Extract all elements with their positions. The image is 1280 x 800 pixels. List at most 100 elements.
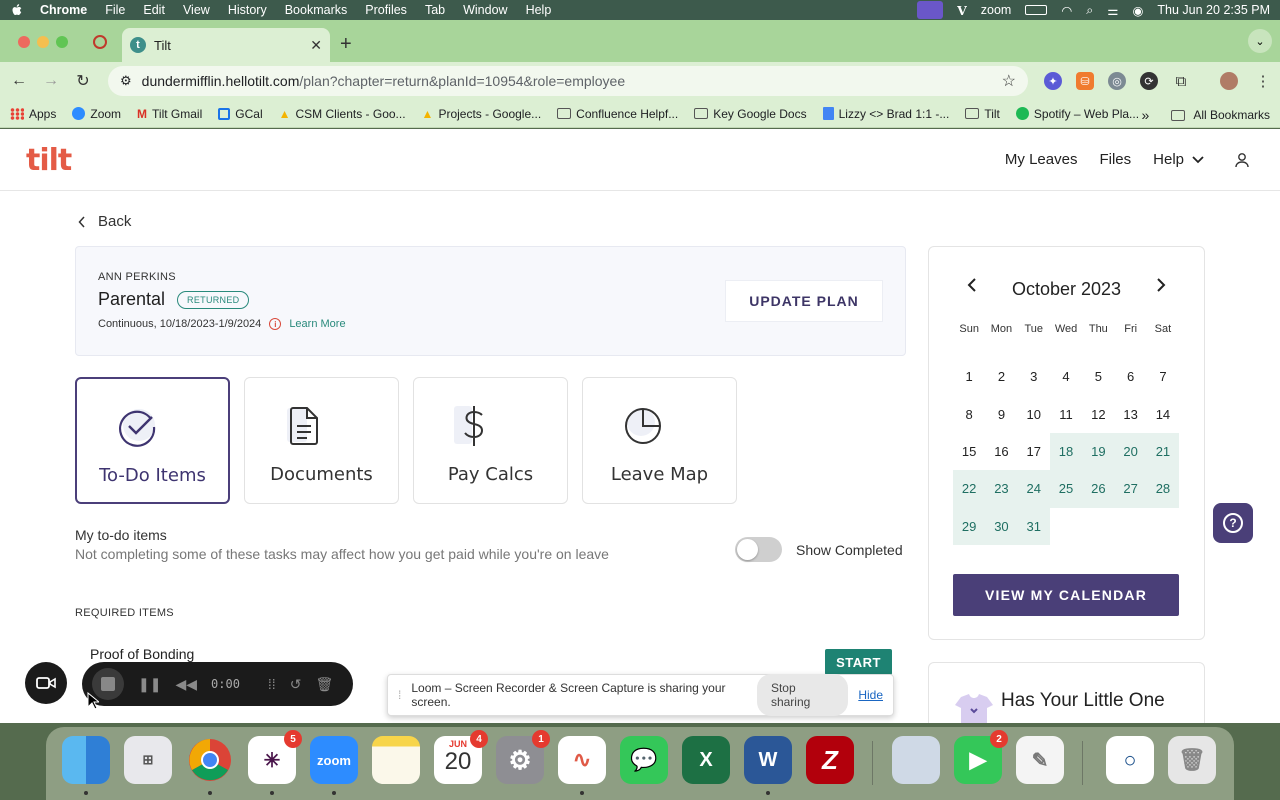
menu-file[interactable]: File — [105, 3, 125, 17]
forward-arrow-icon[interactable]: → — [38, 72, 64, 90]
menu-history[interactable]: History — [228, 3, 267, 17]
extensions-puzzle-icon[interactable]: ⧉ — [1172, 72, 1190, 90]
calendar-day[interactable]: 5 — [1082, 358, 1114, 395]
bookmark-gcal[interactable]: GCal — [218, 107, 263, 121]
calendar-day[interactable]: 29 — [953, 507, 986, 545]
calendar-day[interactable]: 4 — [1050, 358, 1082, 395]
trash-icon[interactable]: 🗑 — [315, 676, 333, 693]
spotlight-search-icon[interactable]: ⌕ — [1086, 3, 1093, 18]
bookmark-tilt-gmail[interactable]: M Tilt Gmail — [137, 107, 202, 121]
restart-icon[interactable]: ↺ — [290, 676, 302, 693]
maximize-window-button[interactable] — [56, 36, 68, 48]
chrome-icon[interactable] — [186, 736, 234, 784]
calendar-day[interactable]: 1 — [953, 358, 985, 395]
menu-help[interactable]: Help — [526, 3, 552, 17]
calendar-day[interactable]: 11 — [1050, 395, 1082, 432]
calendar-day[interactable]: 17 — [1018, 433, 1050, 470]
stop-sharing-button[interactable]: Stop sharing — [756, 674, 849, 716]
menu-edit[interactable]: Edit — [143, 3, 165, 17]
update-plan-button[interactable]: UPDATE PLAN — [725, 280, 883, 322]
calendar-day[interactable]: 22 — [953, 470, 986, 508]
siri-icon[interactable]: ◉ — [1133, 3, 1144, 18]
calendar-day[interactable]: 3 — [1018, 358, 1050, 395]
battery-icon[interactable] — [1025, 5, 1048, 15]
recording-tab-icon[interactable] — [93, 35, 107, 49]
tilt-logo[interactable]: tilt — [26, 143, 72, 178]
menu-view[interactable]: View — [183, 3, 210, 17]
calendar-day[interactable]: 10 — [1018, 395, 1050, 432]
calendar-day[interactable]: 19 — [1082, 432, 1115, 471]
circle-pharma-icon[interactable]: ◯ — [1106, 736, 1154, 784]
screen-share-icon[interactable] — [917, 1, 944, 19]
hide-link[interactable]: Hide — [858, 688, 883, 702]
rewind-icon[interactable]: ◀◀ — [175, 676, 197, 693]
calendar-day[interactable]: 24 — [1017, 470, 1050, 508]
tile-leave-map[interactable]: Leave Map — [582, 377, 737, 504]
more-bookmarks-icon[interactable]: » — [1142, 107, 1150, 123]
all-bookmarks[interactable]: All Bookmarks — [1193, 108, 1270, 122]
bookmark-star-icon[interactable]: ☆ — [1002, 71, 1016, 91]
bookmark-spotify[interactable]: Spotify – Web Pla... — [1015, 107, 1139, 121]
site-info-icon[interactable]: ⚙ — [120, 73, 132, 89]
menu-chrome[interactable]: Chrome — [40, 3, 87, 17]
back-link[interactable]: Back — [78, 213, 131, 230]
extension-1-icon[interactable]: ✦ — [1044, 72, 1062, 90]
menu-tab[interactable]: Tab — [425, 3, 445, 17]
textedit-icon[interactable]: ✎ — [1016, 736, 1064, 784]
extension-4-icon[interactable]: ⟳ — [1140, 72, 1158, 90]
calendar-day[interactable]: 9 — [985, 395, 1017, 432]
tile-pay-calcs[interactable]: Pay Calcs — [413, 377, 568, 504]
loom-camera-button[interactable] — [25, 662, 67, 704]
slack-icon[interactable]: ✳ 5 — [248, 730, 302, 784]
address-bar[interactable]: ⚙ dundermifflin.hellotilt.com/plan?chapt… — [108, 66, 1028, 96]
chevron-right-icon[interactable] — [1156, 277, 1166, 293]
calendar-day[interactable]: 30 — [985, 507, 1018, 545]
messages-icon[interactable]: 💬 — [620, 736, 668, 784]
reload-icon[interactable]: ↻ — [70, 71, 96, 91]
preview-icon[interactable] — [892, 736, 940, 784]
freeform-icon[interactable]: ∿ — [558, 736, 606, 784]
user-icon[interactable] — [1234, 152, 1250, 168]
trash-icon[interactable]: 🗑 — [1168, 736, 1216, 784]
chevron-down-icon[interactable]: ⌄ — [1248, 29, 1272, 53]
close-tab-icon[interactable]: ✕ — [310, 37, 322, 54]
calendar-day[interactable]: 31 — [1017, 507, 1050, 545]
calendar-day[interactable]: 25 — [1049, 470, 1083, 508]
bookmark-apps[interactable]: Apps — [10, 107, 56, 121]
minimize-window-button[interactable] — [37, 36, 49, 48]
tile-documents[interactable]: Documents — [244, 377, 399, 504]
calendar-day[interactable]: 15 — [953, 433, 985, 470]
word-icon[interactable]: W — [744, 736, 792, 784]
calendar-day[interactable]: 7 — [1147, 358, 1179, 395]
calendar-app-icon[interactable]: JUN 20 4 — [434, 730, 488, 784]
apple-icon[interactable] — [10, 3, 24, 17]
close-window-button[interactable] — [18, 36, 30, 48]
calendar-day[interactable]: 20 — [1114, 432, 1147, 471]
drag-handle-icon[interactable]: ⁞ — [398, 688, 401, 702]
bookmark-confluence[interactable]: Confluence Helpf... — [557, 107, 678, 121]
back-arrow-icon[interactable]: ← — [6, 72, 32, 90]
more-menu-icon[interactable]: ⋮ — [1254, 72, 1272, 90]
menu-profiles[interactable]: Profiles — [365, 3, 407, 17]
menu-window[interactable]: Window — [463, 3, 507, 17]
menu-bookmarks[interactable]: Bookmarks — [285, 3, 348, 17]
notes-icon[interactable] — [372, 736, 420, 784]
v-icon[interactable]: V — [957, 3, 967, 18]
calendar-day[interactable]: 6 — [1114, 358, 1146, 395]
control-center-icon[interactable]: ⚌ — [1107, 3, 1118, 18]
drawing-grid-icon[interactable]: ⁞⁞ — [268, 676, 276, 692]
pause-icon[interactable]: ❚❚ — [138, 676, 161, 693]
calendar-day[interactable]: 2 — [985, 358, 1017, 395]
calendar-day[interactable]: 27 — [1114, 470, 1147, 508]
extension-3-icon[interactable]: ◎ — [1108, 72, 1126, 90]
new-tab-button[interactable]: + — [340, 33, 352, 56]
calendar-day[interactable]: 18 — [1049, 432, 1083, 471]
calendar-day[interactable]: 12 — [1082, 395, 1114, 432]
bookmark-csm-clients[interactable]: ▲ CSM Clients - Goo... — [279, 107, 406, 121]
calendar-day[interactable]: 26 — [1082, 470, 1115, 508]
bookmark-key-google-docs[interactable]: Key Google Docs — [694, 107, 807, 121]
nav-my-leaves[interactable]: My Leaves — [1005, 151, 1078, 168]
calendar-day[interactable]: 14 — [1147, 395, 1179, 432]
finder-icon[interactable] — [62, 736, 110, 784]
facetime-icon[interactable]: ▶ 2 — [954, 730, 1008, 784]
